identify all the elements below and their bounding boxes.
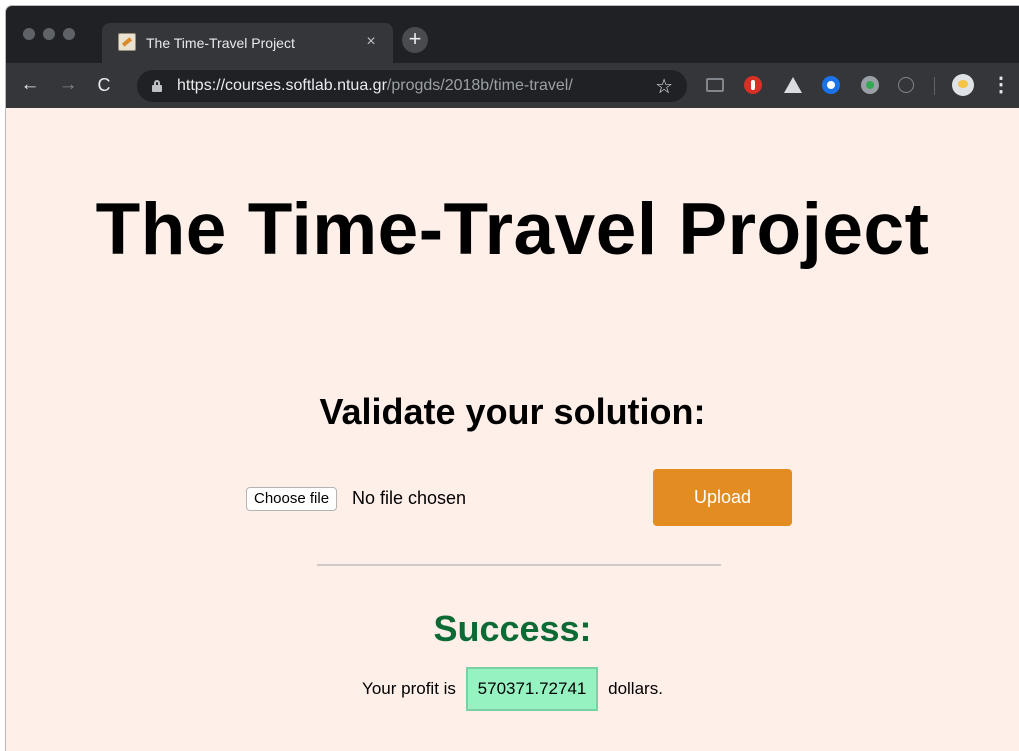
lock-icon[interactable] (152, 80, 162, 92)
choose-file-button[interactable]: Choose file (246, 487, 338, 511)
page-content: The Time-Travel Project Validate your so… (6, 108, 1019, 751)
browser-toolbar: ← → C https://courses.softlab.ntua.gr/pr… (6, 63, 1019, 108)
block-icon[interactable] (744, 76, 762, 94)
info-icon[interactable] (898, 77, 914, 93)
address-bar[interactable]: https://courses.softlab.ntua.gr/progds/2… (137, 70, 687, 102)
page-title: The Time-Travel Project (95, 189, 930, 270)
profit-line: Your profit is 570371.72741 dollars. (6, 667, 1019, 711)
tab-time-travel[interactable]: The Time-Travel Project × (102, 23, 393, 63)
profit-value: 570371.72741 (465, 667, 599, 711)
forward-button[interactable]: → (56, 73, 80, 97)
url-text[interactable]: https://courses.softlab.ntua.gr/progds/2… (177, 77, 573, 95)
green-dot-icon[interactable] (861, 76, 879, 94)
reload-button[interactable]: C (92, 73, 116, 97)
back-button[interactable]: ← (18, 73, 42, 97)
profit-prefix: Your profit is (362, 679, 456, 698)
upload-button[interactable]: Upload (653, 469, 792, 526)
new-tab-button[interactable]: + (402, 27, 428, 53)
close-window-button[interactable] (23, 28, 35, 40)
maximize-window-button[interactable] (63, 28, 75, 40)
success-heading: Success: (433, 608, 592, 649)
validate-heading: Validate your solution: (319, 391, 706, 432)
browser-window: The Time-Travel Project × + ← → C https:… (6, 6, 1019, 751)
minimize-window-button[interactable] (43, 28, 55, 40)
profile-avatar[interactable] (952, 74, 974, 96)
menu-icon[interactable]: ⋮ (991, 73, 1011, 97)
favicon-icon (118, 33, 136, 51)
tab-close-icon[interactable]: × (361, 32, 381, 52)
profit-suffix: dollars. (608, 679, 663, 698)
divider (317, 564, 721, 566)
tab-strip: The Time-Travel Project × + (6, 6, 1019, 63)
tab-title: The Time-Travel Project (146, 35, 295, 51)
drive-icon[interactable] (784, 77, 802, 93)
toolbar-divider (934, 77, 935, 95)
file-status: No file chosen (352, 488, 467, 508)
url-path: /progds/2018b/time-travel/ (386, 77, 573, 94)
bookmark-star-icon[interactable]: ☆ (655, 74, 673, 99)
blue-circle-icon[interactable] (822, 76, 840, 94)
url-host: https://courses.softlab.ntua.gr (177, 77, 387, 94)
cast-icon[interactable] (706, 78, 724, 92)
